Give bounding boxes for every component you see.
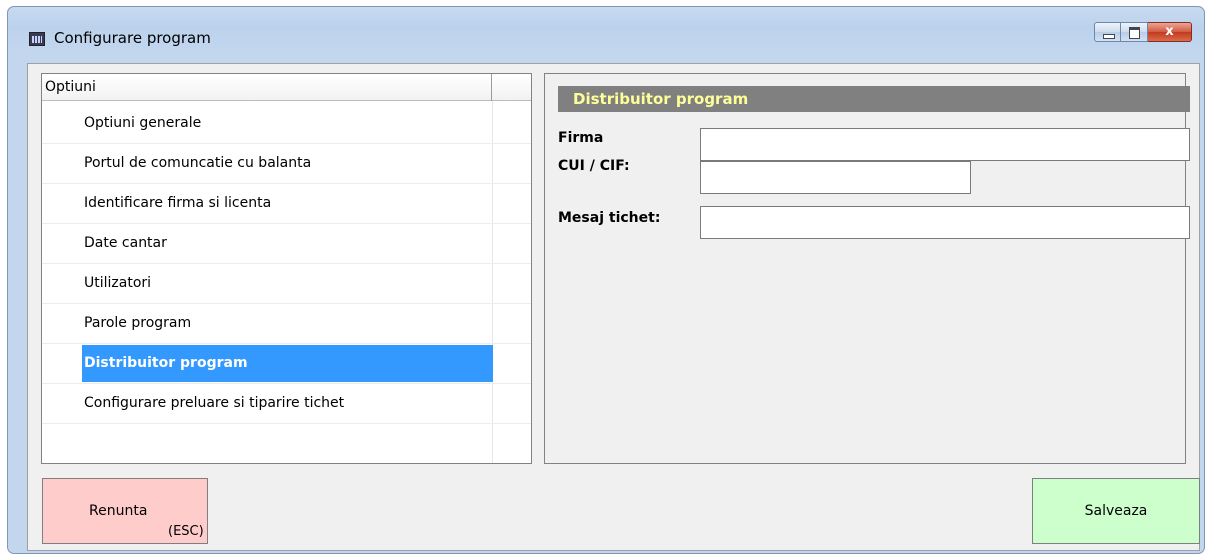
- mesaj-tichet-label: Mesaj tichet:: [558, 210, 661, 226]
- column-separator[interactable]: [491, 74, 492, 101]
- details-panel: Distribuitor program Firma CUI / CIF: Me…: [544, 73, 1190, 464]
- list-item[interactable]: Configurare preluare si tiparire tichet: [42, 384, 531, 424]
- column-header-optiuni: Optiuni: [45, 79, 96, 95]
- list-item-label: Configurare preluare si tiparire tichet: [84, 395, 345, 411]
- list-item-label: Date cantar: [84, 235, 167, 251]
- list-item[interactable]: Parole program: [42, 304, 531, 344]
- title-bar[interactable]: Configurare program x: [8, 7, 1204, 63]
- cui-input[interactable]: [700, 161, 971, 194]
- window-controls: x: [1094, 22, 1192, 42]
- list-item-label: Optiuni generale: [84, 115, 202, 131]
- cancel-button[interactable]: Renunta (ESC): [42, 478, 208, 544]
- list-item-label: Utilizatori: [84, 275, 152, 291]
- list-item-label: Distribuitor program: [84, 355, 248, 371]
- list-item[interactable]: Distribuitor program: [42, 344, 531, 384]
- list-item-label: Parole program: [84, 315, 192, 331]
- panel-title: Distribuitor program: [558, 86, 1190, 112]
- list-item[interactable]: Identificare firma si licenta: [42, 184, 531, 224]
- configuration-window: Configurare program x Optiuni Optiuni ge…: [7, 6, 1205, 554]
- dialog-content: Optiuni Optiuni generale Portul de comunc…: [27, 63, 1200, 551]
- save-button[interactable]: Salveaza: [1032, 478, 1200, 544]
- minimize-button[interactable]: [1094, 22, 1121, 42]
- firma-label: Firma: [558, 130, 604, 146]
- app-icon: [29, 32, 45, 46]
- window-title: Configurare program: [54, 29, 211, 47]
- options-list-header[interactable]: Optiuni: [42, 74, 531, 101]
- list-item[interactable]: Utilizatori: [42, 264, 531, 304]
- save-button-label: Salveaza: [1084, 503, 1148, 519]
- maximize-button[interactable]: [1121, 22, 1148, 42]
- close-button[interactable]: x: [1148, 22, 1192, 42]
- options-list-rows: Optiuni generale Portul de comuncatie cu …: [42, 104, 531, 424]
- list-item[interactable]: Date cantar: [42, 224, 531, 264]
- mesaj-tichet-input[interactable]: [700, 206, 1190, 239]
- cancel-button-label: Renunta: [89, 503, 148, 519]
- options-list[interactable]: Optiuni Optiuni generale Portul de comunc…: [41, 73, 532, 464]
- firma-input[interactable]: [700, 128, 1190, 161]
- list-item-label: Portul de comuncatie cu balanta: [84, 155, 312, 171]
- list-item[interactable]: Optiuni generale: [42, 104, 531, 144]
- list-item-label: Identificare firma si licenta: [84, 195, 272, 211]
- list-item[interactable]: Portul de comuncatie cu balanta: [42, 144, 531, 184]
- cancel-shortcut-hint: (ESC): [168, 524, 204, 539]
- cui-label: CUI / CIF:: [558, 158, 630, 174]
- close-icon: x: [1165, 24, 1174, 39]
